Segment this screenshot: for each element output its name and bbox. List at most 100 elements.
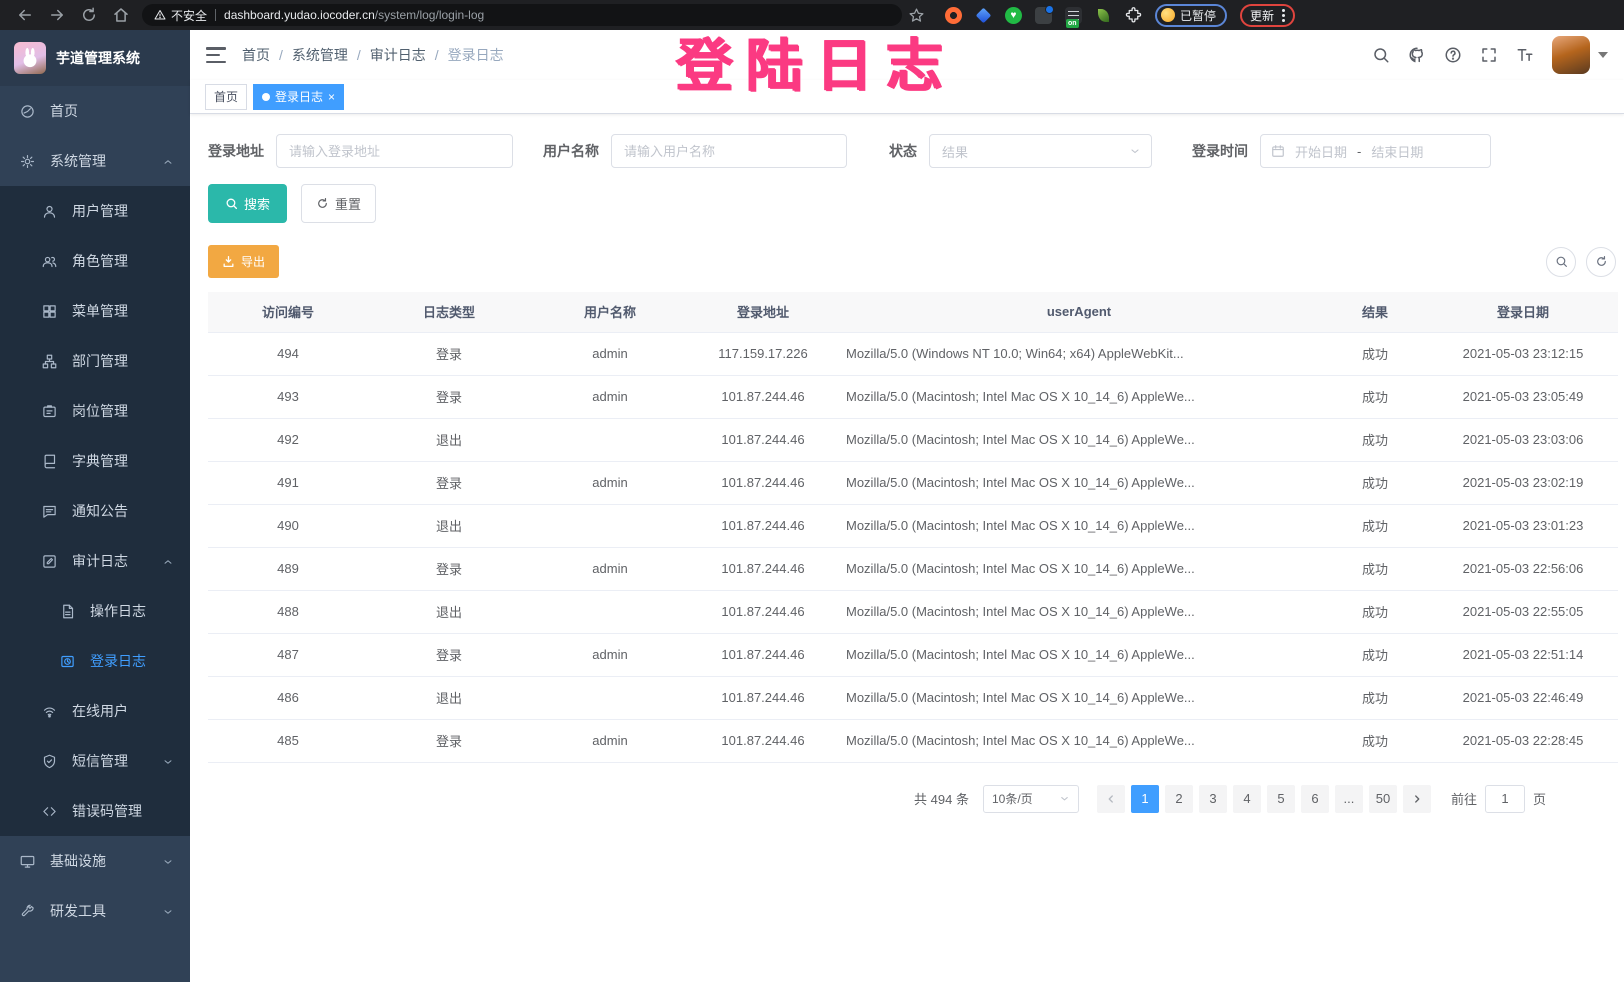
tab-1[interactable]: 登录日志× [253,84,344,110]
profile-paused-badge[interactable]: 已暂停 [1155,4,1227,27]
sidebar-item-14[interactable]: 错误码管理 [0,786,190,836]
sidebar-logo[interactable]: 芋道管理系统 [0,30,190,86]
extension-leaf-icon[interactable] [1095,7,1112,24]
sidebar-item-1[interactable]: 系统管理 [0,136,190,186]
refresh-table-button[interactable] [1586,247,1616,277]
extensions-puzzle-icon[interactable] [1125,7,1142,24]
table-row[interactable]: 490退出101.87.244.46Mozilla/5.0 (Macintosh… [208,504,1618,547]
forward-icon[interactable] [48,6,66,24]
tab-0[interactable]: 首页 [205,84,247,110]
goto-page: 前往 页 [1451,785,1546,813]
page-button-5[interactable]: 5 [1267,785,1295,813]
cell-用户名称: admin [530,719,690,762]
close-icon[interactable]: × [328,91,335,103]
user-menu[interactable] [1552,36,1608,74]
reload-icon[interactable] [80,6,98,24]
sidebar-item-7[interactable]: 字典管理 [0,436,190,486]
table-row[interactable]: 486退出101.87.244.46Mozilla/5.0 (Macintosh… [208,676,1618,719]
code-icon [42,804,57,819]
column-header-4: userAgent [836,292,1322,332]
prev-page-button[interactable] [1097,785,1125,813]
sidebar-item-6[interactable]: 岗位管理 [0,386,190,436]
cell-登录地址: 101.87.244.46 [690,504,836,547]
page-size-select[interactable]: 10条/页 [983,785,1079,813]
extension-grid-icon[interactable] [1035,7,1052,24]
table-row[interactable]: 487登录admin101.87.244.46Mozilla/5.0 (Maci… [208,633,1618,676]
goto-page-input[interactable] [1485,785,1525,813]
sidebar-item-15[interactable]: 基础设施 [0,836,190,886]
table-row[interactable]: 493登录admin101.87.244.46Mozilla/5.0 (Maci… [208,375,1618,418]
home-icon[interactable] [112,6,130,24]
sidebar-item-4[interactable]: 菜单管理 [0,286,190,336]
status-select[interactable]: 结果 [929,134,1152,168]
address-input[interactable] [276,134,513,168]
fullscreen-icon[interactable] [1480,46,1498,64]
sms-icon [42,754,57,769]
monitor-icon [20,854,35,869]
page-button-3[interactable]: 3 [1199,785,1227,813]
browser-menu-icon[interactable] [1282,7,1285,24]
update-button[interactable]: 更新 [1240,4,1295,27]
sidebar-item-16[interactable]: 研发工具 [0,886,190,936]
message-icon [42,504,57,519]
extension-gem-icon[interactable] [975,7,992,24]
back-icon[interactable] [16,6,34,24]
cell-访问编号: 494 [208,332,368,375]
security-warning[interactable]: 不安全 [154,7,207,24]
sidebar-item-8[interactable]: 通知公告 [0,486,190,536]
toggle-search-button[interactable] [1546,247,1576,277]
caret-down-icon [1598,52,1608,58]
page-button-6[interactable]: 6 [1301,785,1329,813]
github-icon[interactable] [1408,46,1426,64]
page-button-50[interactable]: 50 [1369,785,1397,813]
more-pages-button[interactable]: ... [1335,785,1363,813]
url-bar[interactable]: 不安全 dashboard.yudao.iocoder.cn/system/lo… [142,4,902,26]
breadcrumb-item-1[interactable]: 系统管理 [292,45,348,65]
table-row[interactable]: 489登录admin101.87.244.46Mozilla/5.0 (Maci… [208,547,1618,590]
sidebar-item-13[interactable]: 短信管理 [0,736,190,786]
docs-question-icon[interactable] [1444,46,1462,64]
font-size-icon[interactable] [1516,46,1534,64]
avatar[interactable] [1552,36,1590,74]
bookmark-star-icon[interactable] [908,7,925,24]
column-header-6: 登录日期 [1428,292,1618,332]
search-button[interactable]: 搜索 [208,184,287,223]
table-row[interactable]: 491登录admin101.87.244.46Mozilla/5.0 (Maci… [208,461,1618,504]
sidebar-item-10[interactable]: 操作日志 [0,586,190,636]
export-button[interactable]: 导出 [208,245,279,278]
sidebar-item-0[interactable]: 首页 [0,86,190,136]
sidebar-item-5[interactable]: 部门管理 [0,336,190,386]
table-row[interactable]: 488退出101.87.244.46Mozilla/5.0 (Macintosh… [208,590,1618,633]
table-row[interactable]: 485登录admin101.87.244.46Mozilla/5.0 (Maci… [208,719,1618,762]
sidebar-item-11[interactable]: 登录日志 [0,636,190,686]
breadcrumb-item-0[interactable]: 首页 [242,45,270,65]
page-button-2[interactable]: 2 [1165,785,1193,813]
cell-登录地址: 101.87.244.46 [690,676,836,719]
navbar-actions [1372,36,1608,74]
reset-button[interactable]: 重置 [301,184,376,223]
cell-结果: 成功 [1322,676,1428,719]
login-time-range-picker[interactable]: 开始日期 - 结束日期 [1260,134,1491,168]
search-icon[interactable] [1372,46,1390,64]
sidebar-item-label: 短信管理 [72,751,128,771]
cell-日志类型: 退出 [368,418,530,461]
hamburger-icon[interactable] [206,47,226,63]
sidebar-item-3[interactable]: 角色管理 [0,236,190,286]
page-button-4[interactable]: 4 [1233,785,1261,813]
next-page-button[interactable] [1403,785,1431,813]
sidebar-item-12[interactable]: 在线用户 [0,686,190,736]
username-input[interactable] [611,134,847,168]
sidebar-item-9[interactable]: 审计日志 [0,536,190,586]
cell-结果: 成功 [1322,332,1428,375]
page-button-1[interactable]: 1 [1131,785,1159,813]
extension-postman-icon[interactable] [945,7,962,24]
sidebar-item-2[interactable]: 用户管理 [0,186,190,236]
extension-green-icon[interactable]: ♥ [1005,7,1022,24]
table-row[interactable]: 494登录admin117.159.17.226Mozilla/5.0 (Win… [208,332,1618,375]
sidebar-item-label: 研发工具 [50,901,106,921]
breadcrumb-item-2[interactable]: 审计日志 [370,45,426,65]
cell-登录日期: 2021-05-03 23:05:49 [1428,375,1618,418]
table-row[interactable]: 492退出101.87.244.46Mozilla/5.0 (Macintosh… [208,418,1618,461]
cell-用户名称: admin [530,547,690,590]
extension-list-icon[interactable]: on [1065,7,1082,24]
